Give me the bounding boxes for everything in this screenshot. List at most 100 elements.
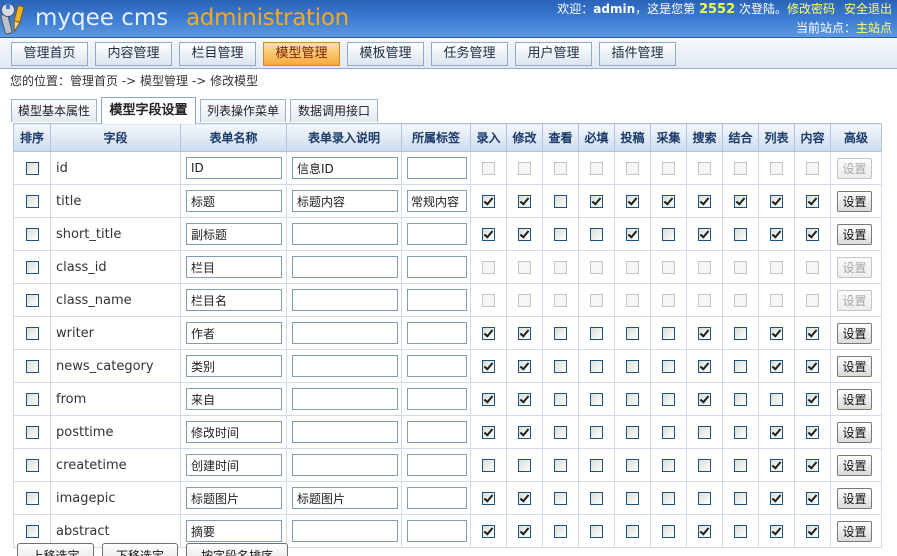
required-checkbox[interactable] <box>590 492 603 505</box>
combine-checkbox[interactable] <box>734 492 747 505</box>
form-name-input[interactable] <box>186 223 282 245</box>
advanced-settings-button[interactable]: 设置 <box>837 223 872 245</box>
submit-checkbox[interactable] <box>626 228 639 241</box>
row-select-checkbox[interactable] <box>25 294 39 307</box>
search-checkbox[interactable] <box>698 327 711 340</box>
nav-tab-plugin[interactable]: 插件管理 <box>599 42 676 66</box>
nav-tab-task[interactable]: 任务管理 <box>431 42 508 66</box>
edit-checkbox[interactable] <box>518 195 531 208</box>
input-checkbox[interactable] <box>482 360 495 373</box>
required-checkbox[interactable] <box>590 525 603 538</box>
breadcrumb-item-home[interactable]: 管理首页 <box>70 74 118 88</box>
form-tag-input[interactable] <box>407 157 467 179</box>
content-checkbox[interactable] <box>806 360 819 373</box>
form-tag-input[interactable] <box>407 289 467 311</box>
form-desc-input[interactable] <box>292 322 398 344</box>
advanced-settings-button[interactable]: 设置 <box>837 454 872 476</box>
nav-tab-template[interactable]: 模板管理 <box>347 42 424 66</box>
collect-checkbox[interactable] <box>662 492 675 505</box>
advanced-settings-button[interactable]: 设置 <box>837 322 872 344</box>
row-select-checkbox[interactable] <box>25 195 39 208</box>
search-checkbox[interactable] <box>698 492 711 505</box>
form-tag-input[interactable] <box>407 190 467 212</box>
edit-checkbox[interactable] <box>518 492 531 505</box>
form-name-input[interactable] <box>186 421 282 443</box>
move-up-button[interactable]: 上移选定 <box>17 543 94 556</box>
list-checkbox[interactable] <box>770 393 783 406</box>
row-select-checkbox[interactable] <box>25 426 39 439</box>
submit-checkbox[interactable] <box>626 393 639 406</box>
list-checkbox[interactable] <box>770 426 783 439</box>
nav-tab-category[interactable]: 栏目管理 <box>179 42 256 66</box>
view-checkbox[interactable] <box>554 525 567 538</box>
edit-checkbox[interactable] <box>518 525 531 538</box>
combine-checkbox[interactable] <box>734 360 747 373</box>
form-desc-input[interactable] <box>292 157 398 179</box>
current-site-link[interactable]: 主站点 <box>856 21 892 35</box>
submit-checkbox[interactable] <box>626 459 639 472</box>
edit-checkbox[interactable] <box>518 327 531 340</box>
submit-checkbox[interactable] <box>626 492 639 505</box>
nav-tab-model[interactable]: 模型管理 <box>263 42 340 66</box>
view-checkbox[interactable] <box>554 360 567 373</box>
view-checkbox[interactable] <box>554 426 567 439</box>
input-checkbox[interactable] <box>482 228 495 241</box>
nav-tab-user[interactable]: 用户管理 <box>515 42 592 66</box>
advanced-settings-button[interactable]: 设置 <box>837 487 872 509</box>
row-select-checkbox[interactable] <box>25 492 39 505</box>
content-checkbox[interactable] <box>806 492 819 505</box>
view-checkbox[interactable] <box>554 327 567 340</box>
search-checkbox[interactable] <box>698 459 711 472</box>
form-name-input[interactable] <box>186 355 282 377</box>
content-checkbox[interactable] <box>806 195 819 208</box>
change-password-link[interactable]: 修改密码 <box>787 2 835 16</box>
form-desc-input[interactable] <box>292 190 398 212</box>
form-name-input[interactable] <box>186 190 282 212</box>
form-tag-input[interactable] <box>407 388 467 410</box>
submit-checkbox[interactable] <box>626 525 639 538</box>
collect-checkbox[interactable] <box>662 393 675 406</box>
list-checkbox[interactable] <box>770 360 783 373</box>
collect-checkbox[interactable] <box>662 525 675 538</box>
form-desc-input[interactable] <box>292 454 398 476</box>
input-checkbox[interactable] <box>482 393 495 406</box>
input-checkbox[interactable] <box>482 459 495 472</box>
nav-tab-home[interactable]: 管理首页 <box>11 42 88 66</box>
subtab-list-menu[interactable]: 列表操作菜单 <box>200 99 286 122</box>
form-name-input[interactable] <box>186 454 282 476</box>
required-checkbox[interactable] <box>590 459 603 472</box>
content-checkbox[interactable] <box>806 228 819 241</box>
breadcrumb-item-model[interactable]: 模型管理 <box>140 74 188 88</box>
input-checkbox[interactable] <box>482 327 495 340</box>
submit-checkbox[interactable] <box>626 426 639 439</box>
search-checkbox[interactable] <box>698 195 711 208</box>
form-name-input[interactable] <box>186 157 282 179</box>
submit-checkbox[interactable] <box>626 327 639 340</box>
nav-tab-content[interactable]: 内容管理 <box>95 42 172 66</box>
content-checkbox[interactable] <box>806 525 819 538</box>
advanced-settings-button[interactable]: 设置 <box>837 520 872 542</box>
row-select-checkbox[interactable] <box>25 261 39 274</box>
content-checkbox[interactable] <box>806 459 819 472</box>
form-name-input[interactable] <box>186 289 282 311</box>
logout-link[interactable]: 安全退出 <box>844 2 892 16</box>
input-checkbox[interactable] <box>482 525 495 538</box>
row-select-checkbox[interactable] <box>25 525 39 538</box>
input-checkbox[interactable] <box>482 492 495 505</box>
advanced-settings-button[interactable]: 设置 <box>837 421 872 443</box>
list-checkbox[interactable] <box>770 195 783 208</box>
form-tag-input[interactable] <box>407 520 467 542</box>
list-checkbox[interactable] <box>770 459 783 472</box>
subtab-data-api[interactable]: 数据调用接口 <box>290 99 378 122</box>
required-checkbox[interactable] <box>590 327 603 340</box>
edit-checkbox[interactable] <box>518 228 531 241</box>
edit-checkbox[interactable] <box>518 459 531 472</box>
row-select-checkbox[interactable] <box>25 162 39 175</box>
search-checkbox[interactable] <box>698 525 711 538</box>
form-tag-input[interactable] <box>407 421 467 443</box>
row-select-checkbox[interactable] <box>25 228 39 241</box>
search-checkbox[interactable] <box>698 426 711 439</box>
list-checkbox[interactable] <box>770 228 783 241</box>
form-tag-input[interactable] <box>407 487 467 509</box>
subtab-basic-properties[interactable]: 模型基本属性 <box>11 99 97 122</box>
